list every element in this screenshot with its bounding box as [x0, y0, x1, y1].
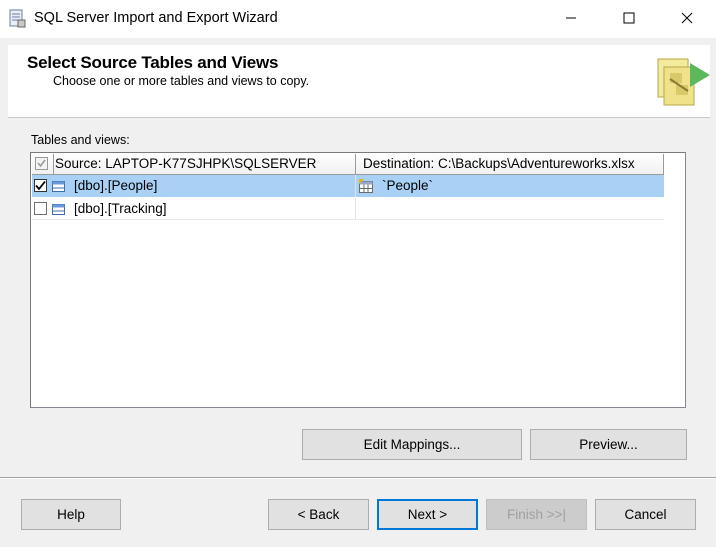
source-cell: [dbo].[People]	[74, 178, 158, 193]
back-button[interactable]: < Back	[268, 499, 369, 530]
page-subtitle: Choose one or more tables and views to c…	[53, 74, 310, 88]
destination-column-header[interactable]: Destination: C:\Backups\Adventureworks.x…	[355, 154, 664, 174]
tables-views-label: Tables and views:	[31, 133, 130, 147]
sheet-icon	[359, 179, 373, 193]
table-row[interactable]: [dbo].[Tracking]	[32, 198, 664, 220]
footer-separator	[0, 477, 716, 479]
data-transfer-graphic	[650, 53, 710, 113]
destination-cell[interactable]: `People`	[382, 178, 433, 193]
minimize-button[interactable]	[542, 0, 600, 36]
table-row[interactable]: [dbo].[People] `People`	[32, 175, 664, 197]
table-icon	[52, 203, 65, 215]
wizard-app-icon	[8, 8, 26, 28]
table-icon	[52, 180, 65, 192]
cell-divider	[355, 198, 356, 220]
checkbox-icon	[35, 157, 48, 170]
cancel-button[interactable]: Cancel	[595, 499, 696, 530]
help-button[interactable]: Help	[21, 499, 121, 530]
minimize-icon	[566, 17, 576, 19]
cell-divider	[355, 175, 356, 197]
wizard-header: Select Source Tables and Views Choose on…	[8, 45, 710, 118]
window-title: SQL Server Import and Export Wizard	[34, 10, 278, 26]
row-checkbox[interactable]	[34, 179, 47, 192]
row-checkbox[interactable]	[34, 202, 47, 215]
finish-button[interactable]: Finish >>|	[486, 499, 587, 530]
edit-mappings-button[interactable]: Edit Mappings...	[302, 429, 522, 460]
maximize-icon	[623, 12, 635, 24]
tables-grid[interactable]: Source: LAPTOP-K77SJHPK\SQLSERVER Destin…	[30, 152, 686, 408]
next-button[interactable]: Next >	[377, 499, 478, 530]
close-button[interactable]	[658, 0, 716, 36]
select-all-checkbox[interactable]	[32, 154, 54, 174]
page-title: Select Source Tables and Views	[27, 53, 279, 72]
source-column-header[interactable]: Source: LAPTOP-K77SJHPK\SQLSERVER	[54, 154, 377, 174]
check-icon	[35, 180, 46, 191]
title-bar: SQL Server Import and Export Wizard	[0, 0, 716, 38]
grid-header: Source: LAPTOP-K77SJHPK\SQLSERVER Destin…	[32, 154, 664, 175]
close-icon	[681, 12, 693, 24]
maximize-button[interactable]	[600, 0, 658, 36]
source-cell: [dbo].[Tracking]	[74, 201, 167, 216]
preview-button[interactable]: Preview...	[530, 429, 687, 460]
